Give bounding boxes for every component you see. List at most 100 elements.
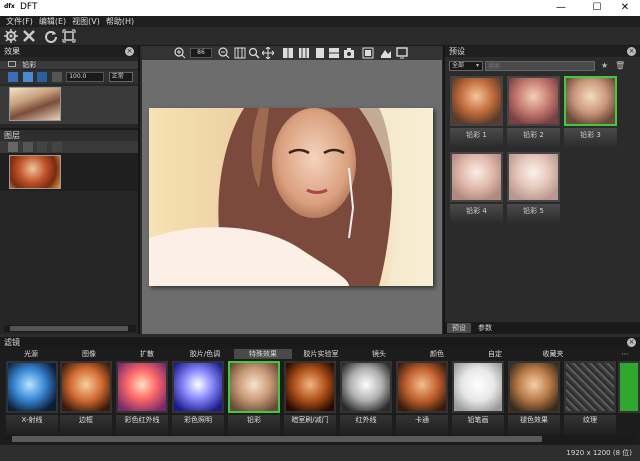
menu-help[interactable]: 帮助(H): [103, 16, 137, 27]
search-icon[interactable]: [248, 47, 260, 59]
effect-thumbnail[interactable]: [9, 87, 61, 121]
zoom-in-icon[interactable]: [174, 47, 186, 59]
compare-icon[interactable]: [362, 47, 374, 59]
opacity-field[interactable]: 100.0: [66, 72, 105, 82]
filters-panel-header: 滤镜 ×: [0, 337, 640, 348]
filter-thumbnail-partial[interactable]: [618, 361, 640, 413]
close-window-button[interactable]: ✕: [614, 1, 636, 15]
filter-label: 卡通: [415, 416, 429, 424]
filter-label: 暗室刷/减门: [291, 416, 329, 424]
split-view-icon[interactable]: [298, 47, 310, 59]
tab-color[interactable]: 颜色: [408, 349, 466, 359]
menu-file[interactable]: 文件(F): [0, 16, 36, 27]
filter-thumbnail-fade[interactable]: [508, 361, 560, 413]
tab-light[interactable]: 光源: [2, 349, 60, 359]
favorite-icon[interactable]: ★: [601, 61, 608, 70]
preset-thumbnail-1[interactable]: [450, 76, 503, 126]
filter-thumbnail-texture[interactable]: [564, 361, 616, 413]
minimize-button[interactable]: —: [550, 1, 572, 15]
tab-film-lab[interactable]: 胶片实验室: [292, 349, 350, 359]
presets-panel-title: 预设: [449, 47, 465, 56]
preset-label-5: 铅彩 5: [523, 207, 544, 215]
filter-thumbnail-darkroom[interactable]: [284, 361, 336, 413]
eye-icon[interactable]: [51, 72, 62, 82]
filter-thumbnail-xray[interactable]: [6, 361, 58, 413]
layer-thumbnail[interactable]: [9, 155, 61, 189]
filter-thumbnail-pencolor[interactable]: [228, 361, 280, 413]
presets-search-row: 全部 ▾ ★ 🗑: [445, 59, 640, 73]
filter-label: 彩色照明: [184, 416, 212, 424]
preset-thumbnail-5[interactable]: [507, 152, 560, 202]
mask-tool-icon[interactable]: [8, 72, 18, 82]
blend-mode-select[interactable]: 正常: [108, 72, 133, 82]
pan-icon[interactable]: [262, 47, 274, 59]
zoom-out-icon[interactable]: [218, 47, 230, 59]
preset-thumbnail-2[interactable]: [507, 76, 560, 126]
monitor-icon[interactable]: [396, 47, 408, 59]
tab-presets[interactable]: 预设: [447, 323, 471, 333]
tab-lens[interactable]: 镜头: [350, 349, 408, 359]
brush-tool-icon[interactable]: [22, 72, 33, 82]
tab-custom[interactable]: 自定: [466, 349, 524, 359]
zoom-field[interactable]: 86: [190, 48, 212, 58]
filters-panel-title: 滤镜: [4, 338, 20, 347]
tab-parameters[interactable]: 参数: [473, 323, 497, 333]
menu-view[interactable]: 视图(V): [69, 16, 103, 27]
refresh-icon[interactable]: [44, 29, 58, 43]
effects-panel: 效果 × 铅彩 100.0 正常 图层: [0, 46, 140, 334]
presets-tab-bar: 预设 参数: [445, 322, 640, 334]
expand-icon[interactable]: ⋯: [620, 349, 630, 359]
tab-special-effects[interactable]: 特殊效果: [234, 349, 292, 359]
tab-diffusion[interactable]: 扩散: [118, 349, 176, 359]
split-vertical-icon[interactable]: [282, 47, 294, 59]
camera-icon[interactable]: [343, 47, 355, 59]
close-icon[interactable]: ×: [627, 338, 636, 347]
trash-icon[interactable]: 🗑: [615, 61, 625, 70]
image-size-status: 1920 x 1200 (8 位): [566, 449, 632, 457]
lightning-icon[interactable]: [37, 72, 48, 82]
effect-name: 铅彩: [22, 61, 37, 69]
window-title: DFT: [20, 2, 38, 12]
preset-thumbnail-4[interactable]: [450, 152, 503, 202]
main-toolbar: [0, 27, 640, 46]
gear-icon[interactable]: [4, 29, 18, 43]
layer-icon[interactable]: [8, 142, 18, 152]
split-horizontal-icon[interactable]: [328, 47, 340, 59]
presets-search-input[interactable]: [485, 61, 595, 71]
filter-thumbnail-border[interactable]: [60, 361, 112, 413]
layer-controls: [0, 141, 138, 153]
histogram-icon[interactable]: [380, 47, 392, 59]
fit-icon[interactable]: [234, 47, 246, 59]
tab-image[interactable]: 图像: [60, 349, 118, 359]
filter-label: 彩色红外线: [124, 416, 160, 424]
filter-thumbnail-color-ir[interactable]: [116, 361, 168, 413]
main-image[interactable]: [149, 108, 433, 286]
filter-thumbnail-infrared[interactable]: [340, 361, 392, 413]
layer-mask-icon[interactable]: [22, 142, 33, 152]
layer-brush-icon[interactable]: [37, 142, 48, 152]
clear-icon[interactable]: [22, 29, 36, 43]
close-icon[interactable]: ×: [125, 47, 134, 56]
tab-film-tone[interactable]: 胶片/色调: [176, 349, 234, 359]
left-scrollbar[interactable]: [4, 325, 136, 332]
close-icon[interactable]: ×: [627, 47, 636, 56]
list-icon: [8, 61, 16, 67]
preset-label-2: 铅彩 2: [523, 131, 544, 139]
preset-thumbnail-3[interactable]: [564, 76, 617, 126]
filter-thumbnail-color-light[interactable]: [172, 361, 224, 413]
filter-label: 铅笔画: [467, 416, 489, 424]
layers-header: 图层: [0, 130, 138, 141]
menu-edit[interactable]: 编辑(E): [36, 16, 69, 27]
maximize-button[interactable]: ☐: [586, 1, 608, 15]
effect-row[interactable]: 铅彩: [0, 61, 138, 70]
filter-thumbnail-cartoon[interactable]: [396, 361, 448, 413]
fit-frame-icon[interactable]: [62, 29, 76, 43]
view-toolbar: 86: [142, 46, 442, 60]
tab-favorites[interactable]: 收藏夹: [524, 349, 582, 359]
preset-label-1: 铅彩 1: [466, 131, 487, 139]
single-view-icon[interactable]: [314, 47, 326, 59]
filter-scrollbar[interactable]: [4, 435, 636, 443]
filter-thumbnail-pencil[interactable]: [452, 361, 504, 413]
chevron-down-icon: ▾: [476, 62, 480, 69]
layer-eye-icon[interactable]: [51, 142, 62, 152]
